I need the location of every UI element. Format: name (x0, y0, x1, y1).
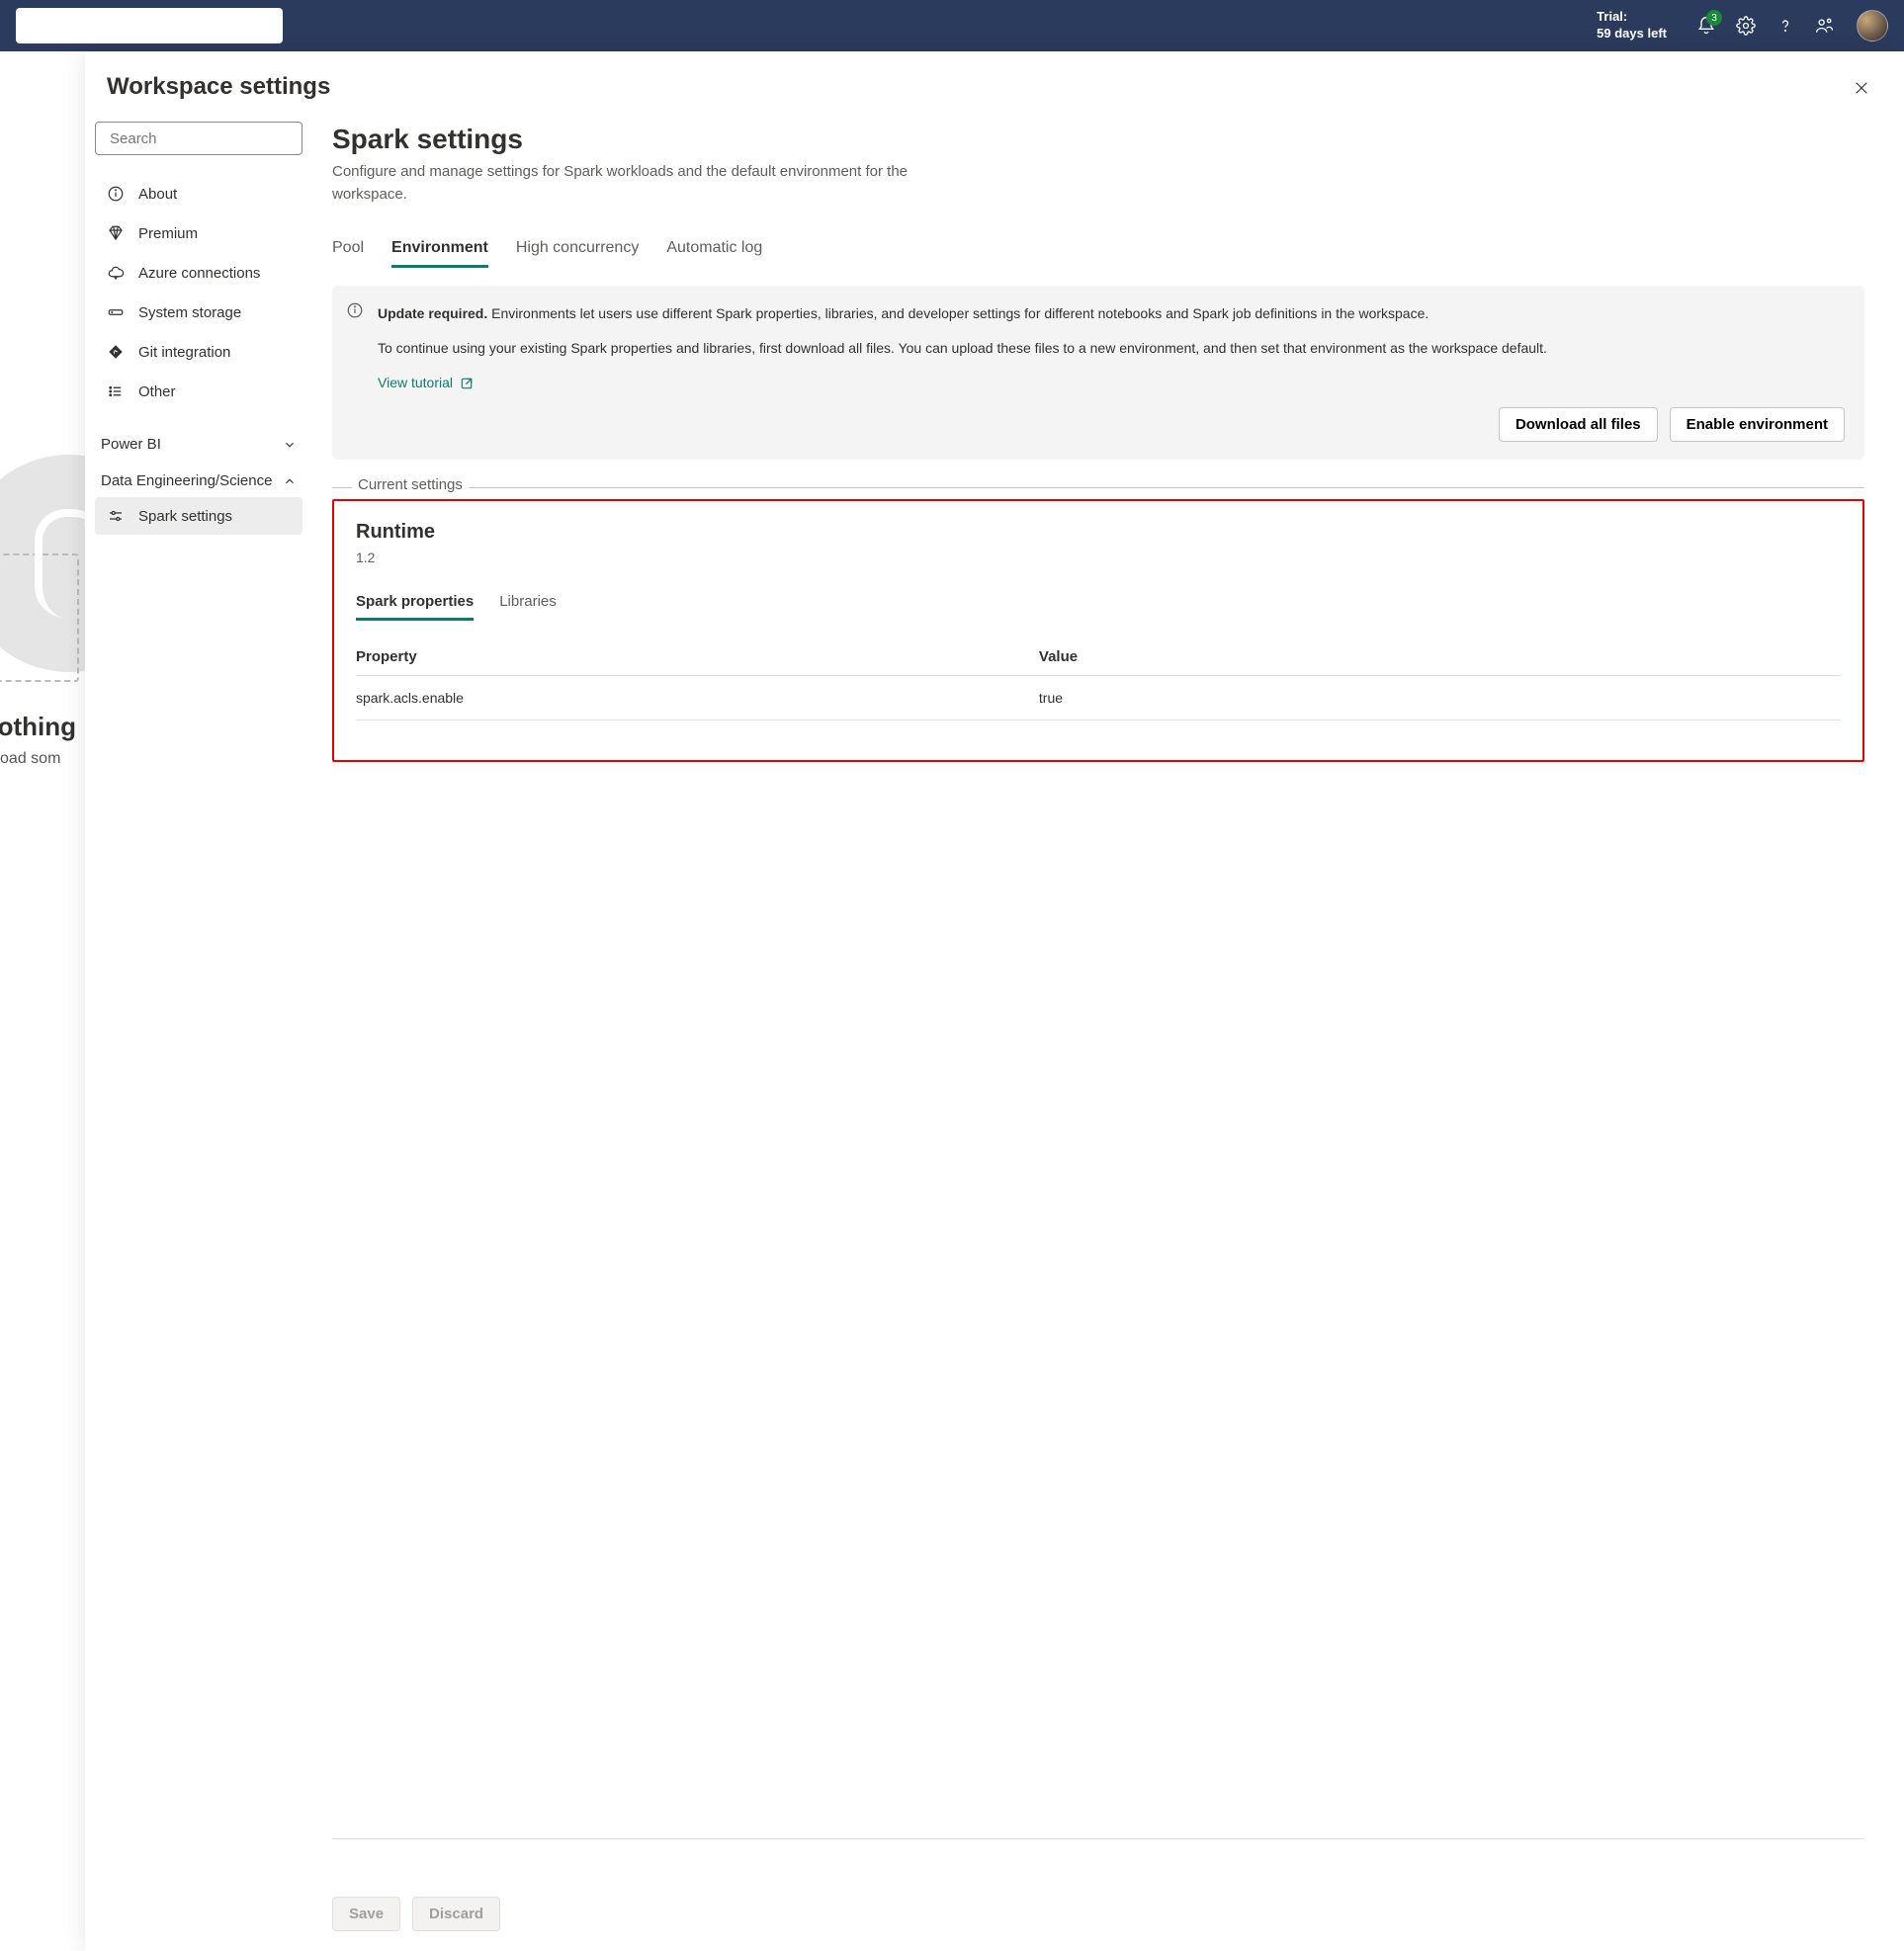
git-icon (107, 343, 125, 361)
chevron-down-icon (283, 438, 297, 452)
info-icon (346, 301, 364, 319)
enable-environment-button[interactable]: Enable environment (1670, 407, 1845, 442)
sidebar-item-other[interactable]: Other (95, 373, 303, 410)
help-button[interactable] (1766, 6, 1805, 45)
current-settings-section: Current settings Runtime 1.2 Spark prope… (332, 487, 1864, 762)
runtime-block: Runtime 1.2 Spark properties Libraries P… (332, 499, 1864, 762)
gear-icon (1736, 16, 1756, 36)
current-settings-label: Current settings (352, 476, 469, 493)
value-cell: true (1039, 676, 1841, 721)
sidebar-item-label: Azure connections (138, 265, 260, 282)
info-icon (107, 185, 125, 203)
sliders-icon (107, 507, 125, 525)
diamond-icon (107, 224, 125, 242)
panel-title: Workspace settings (107, 73, 1847, 101)
list-icon (107, 382, 125, 400)
sidebar-item-label: Spark settings (138, 508, 232, 525)
sidebar-search-input[interactable] (110, 130, 306, 147)
table-row: spark.acls.enable true (356, 676, 1841, 721)
close-icon (1853, 79, 1870, 97)
sidebar-group-data-engineering[interactable]: Data Engineering/Science (95, 461, 303, 495)
settings-footer: Save Discard (332, 1838, 1864, 1931)
spark-settings-tabs: Pool Environment High concurrency Automa… (332, 233, 1864, 268)
sidebar-group-powerbi[interactable]: Power BI (95, 424, 303, 459)
people-icon (1815, 16, 1835, 36)
question-icon (1775, 16, 1795, 36)
trial-line2: 59 days left (1597, 26, 1667, 42)
save-button[interactable]: Save (332, 1897, 400, 1931)
workspace-settings-panel: Workspace settings About Premium Azure c… (85, 51, 1904, 1951)
runtime-version: 1.2 (356, 550, 1841, 565)
discard-button[interactable]: Discard (412, 1897, 500, 1931)
sidebar-item-label: About (138, 186, 177, 203)
sidebar-item-premium[interactable]: Premium (95, 214, 303, 252)
notice-text-1: Environments let users use different Spa… (487, 305, 1428, 321)
link-label: View tutorial (378, 373, 453, 393)
top-navigation-bar: Trial: 59 days left 3 (0, 0, 1904, 51)
update-required-notice: Update required. Environments let users … (332, 286, 1864, 460)
tab-environment[interactable]: Environment (391, 233, 488, 268)
chevron-up-icon (283, 474, 297, 488)
tab-automatic-log[interactable]: Automatic log (666, 233, 762, 268)
table-header-value: Value (1039, 638, 1841, 676)
sidebar-item-about[interactable]: About (95, 175, 303, 212)
runtime-inner-tabs: Spark properties Libraries (356, 587, 1841, 621)
notice-strong: Update required. (378, 305, 487, 321)
sidebar-item-label: System storage (138, 304, 241, 321)
runtime-heading: Runtime (356, 521, 1841, 544)
notification-badge: 3 (1706, 10, 1722, 26)
download-all-files-button[interactable]: Download all files (1499, 407, 1658, 442)
global-search-box[interactable] (16, 8, 283, 43)
sidebar-item-label: Git integration (138, 344, 230, 361)
close-panel-button[interactable] (1847, 73, 1876, 106)
sidebar-item-label: Other (138, 383, 176, 400)
sidebar-item-system-storage[interactable]: System storage (95, 294, 303, 331)
inner-tab-spark-properties[interactable]: Spark properties (356, 587, 474, 621)
settings-sidebar: About Premium Azure connections System s… (85, 106, 312, 1951)
notice-paragraph-1: Update required. Environments let users … (378, 303, 1845, 324)
page-heading: Spark settings (332, 124, 1864, 155)
sidebar-group-label: Data Engineering/Science (101, 472, 283, 489)
sidebar-item-azure-connections[interactable]: Azure connections (95, 254, 303, 292)
sidebar-group-label: Power BI (101, 436, 283, 453)
sidebar-item-label: Premium (138, 225, 198, 242)
cloud-icon (107, 264, 125, 282)
view-tutorial-link[interactable]: View tutorial (378, 373, 475, 393)
trial-line1: Trial: (1597, 9, 1667, 26)
sidebar-search[interactable] (95, 122, 303, 155)
tab-high-concurrency[interactable]: High concurrency (516, 233, 640, 268)
tab-pool[interactable]: Pool (332, 233, 364, 268)
notice-paragraph-2: To continue using your existing Spark pr… (378, 338, 1845, 359)
notifications-button[interactable]: 3 (1687, 6, 1726, 45)
settings-button[interactable] (1726, 6, 1766, 45)
user-avatar[interactable] (1857, 10, 1888, 42)
table-header-property: Property (356, 638, 1039, 676)
account-manager-button[interactable] (1805, 6, 1845, 45)
sidebar-item-spark-settings[interactable]: Spark settings (95, 497, 303, 535)
spark-properties-table: Property Value spark.acls.enable true (356, 638, 1841, 721)
settings-main-content: Spark settings Configure and manage sett… (312, 106, 1904, 1951)
sidebar-item-git-integration[interactable]: Git integration (95, 333, 303, 371)
trial-status[interactable]: Trial: 59 days left (1597, 9, 1667, 42)
open-external-icon (459, 376, 475, 391)
inner-tab-libraries[interactable]: Libraries (499, 587, 557, 621)
property-cell: spark.acls.enable (356, 676, 1039, 721)
page-subtitle: Configure and manage settings for Spark … (332, 161, 965, 206)
storage-icon (107, 303, 125, 321)
